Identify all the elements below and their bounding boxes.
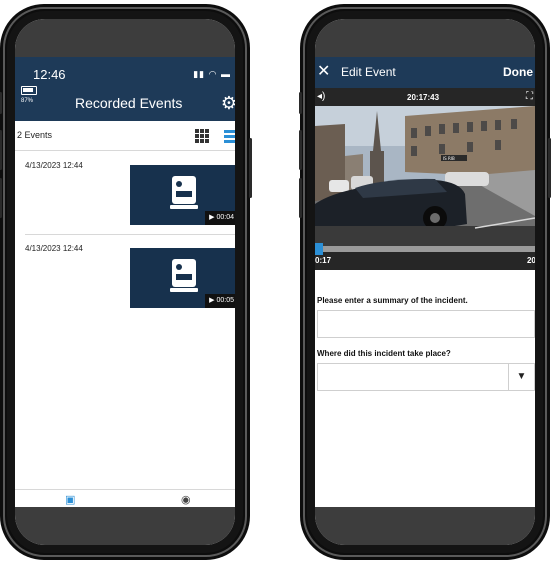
event-thumbnail[interactable]: ▶ 00:04 (130, 165, 235, 225)
status-time: 12:46 (33, 67, 66, 82)
gear-icon[interactable]: ⚙ (221, 93, 235, 114)
shop-sign: IS RIB (443, 156, 455, 161)
events-toolbar: 2 Events (15, 121, 235, 151)
location-select[interactable]: ▼ (317, 363, 535, 391)
recording-icon (170, 176, 198, 210)
list-item[interactable]: 4/13/2023 12:44 ▶ 00:04 (15, 161, 235, 231)
right-phone-button (299, 92, 302, 114)
player-timestamp: 20:17:43 (407, 93, 440, 102)
left-phone-button (249, 138, 252, 198)
chevron-down-icon[interactable]: ▼ (508, 364, 534, 390)
battery-percent: 87% (21, 98, 34, 104)
bottom-bar-area (315, 507, 535, 545)
tab-bar: ▣ ◉ (15, 489, 235, 507)
summary-input[interactable] (317, 310, 535, 338)
page-title: Edit Event (341, 65, 396, 79)
bottom-bar-area (15, 507, 235, 545)
edit-event-screen: ✕ Edit Event Done ◂) 20:17:43 ⛶ IS RIB 0… (315, 19, 535, 545)
street-scene-image: IS RIB (315, 106, 535, 246)
duration-badge: ▶ 00:05 (205, 294, 235, 308)
location-label: Where did this incident take place? (317, 349, 451, 358)
volume-icon[interactable]: ◂) (317, 91, 325, 102)
left-phone-button (0, 178, 2, 218)
top-bar-area (15, 19, 235, 57)
grid-view-icon[interactable] (195, 129, 209, 143)
seek-handle[interactable] (315, 243, 323, 255)
video-frame[interactable]: IS RIB (315, 106, 535, 246)
app-header: ✕ Edit Event Done (315, 57, 535, 88)
camera-tab-icon[interactable]: ◉ (181, 493, 191, 506)
right-phone-button (299, 130, 302, 170)
left-phone-button (0, 130, 2, 170)
right-phone-button (299, 178, 302, 218)
app-header: 12:46 ▮▮ ◠ ▬ 87% Recorded Events ⚙ (15, 57, 235, 121)
battery-icon (21, 86, 37, 95)
event-date: 4/13/2023 12:44 (25, 244, 83, 253)
seek-start-time: 0:17 (315, 256, 332, 265)
seek-end-time: 20:2 (526, 256, 535, 265)
seek-bar[interactable] (315, 243, 535, 255)
duration-badge: ▶ 00:04 (205, 211, 235, 225)
video-player: ◂) 20:17:43 ⛶ IS RIB 0:17 20 (315, 88, 535, 270)
left-phone: 12:46 ▮▮ ◠ ▬ 87% Recorded Events ⚙ 2 Eve… (0, 4, 250, 560)
page-title: Recorded Events (75, 95, 183, 111)
right-phone: ✕ Edit Event Done ◂) 20:17:43 ⛶ IS RIB 0… (300, 4, 550, 560)
list-item[interactable]: 4/13/2023 12:44 ▶ 00:05 (15, 244, 235, 314)
row-divider (25, 234, 235, 235)
summary-label: Please enter a summary of the incident. (317, 296, 468, 305)
recording-icon (170, 259, 198, 293)
list-view-icon[interactable] (224, 129, 235, 143)
video-tab-icon[interactable]: ▣ (65, 493, 75, 506)
event-count: 2 Events (17, 130, 53, 140)
fullscreen-icon[interactable]: ⛶ (526, 91, 533, 102)
top-bar-area (315, 19, 535, 57)
left-phone-button (0, 92, 2, 114)
event-thumbnail[interactable]: ▶ 00:05 (130, 248, 235, 308)
close-icon[interactable]: ✕ (317, 61, 330, 81)
event-date: 4/13/2023 12:44 (25, 161, 83, 170)
recorded-events-screen: 12:46 ▮▮ ◠ ▬ 87% Recorded Events ⚙ 2 Eve… (15, 19, 235, 545)
done-button[interactable]: Done (503, 65, 533, 79)
status-icons: ▮▮ ◠ ▬ (193, 69, 231, 79)
